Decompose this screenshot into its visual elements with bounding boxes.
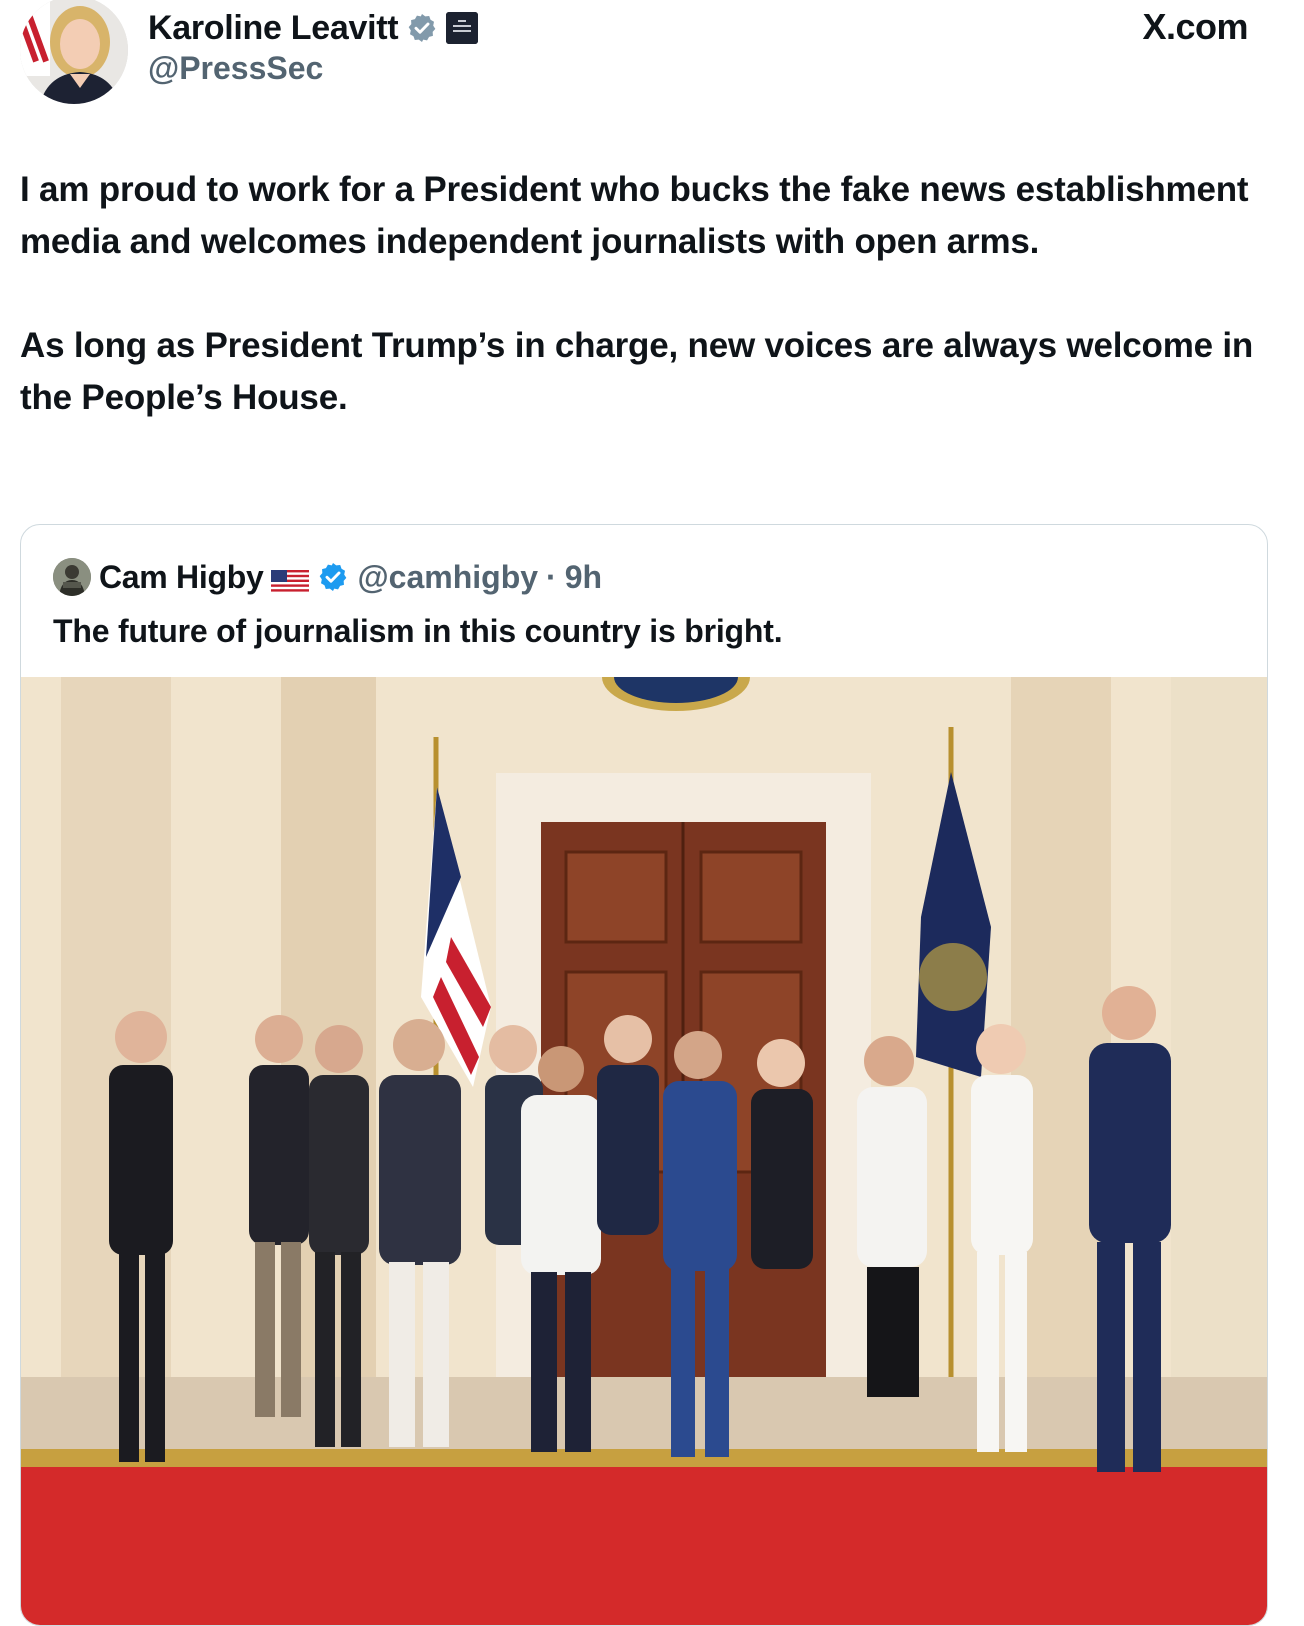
author-name-row: Karoline Leavitt [148, 6, 479, 50]
post-text: I am proud to work for a President who b… [20, 164, 1270, 424]
white-house-badge-icon[interactable] [446, 12, 479, 44]
post-text-paragraph-2: As long as President Trump’s in charge, … [20, 326, 1254, 417]
author-avatar-image [20, 0, 128, 104]
quoted-author-name[interactable]: Cam Higby [99, 559, 264, 596]
group-photo-image [21, 677, 1267, 1625]
quoted-post-text: The future of journalism in this country… [53, 613, 783, 649]
post-text-paragraph-1: I am proud to work for a President who b… [20, 170, 1249, 261]
quoted-author-handle[interactable]: @camhigby [357, 559, 538, 596]
author-name[interactable]: Karoline Leavitt [148, 9, 399, 48]
quoted-post-card[interactable]: Cam Higby @camhigby · 9h The future of j… [20, 524, 1268, 1626]
verified-badge-icon[interactable] [317, 561, 349, 593]
quoted-post-time[interactable]: 9h [565, 559, 602, 596]
verified-badge-icon[interactable] [406, 12, 438, 44]
quoted-author-avatar[interactable] [53, 558, 91, 596]
separator-dot: · [546, 558, 557, 595]
author-handle[interactable]: @PressSec [148, 50, 323, 87]
author-avatar[interactable] [20, 0, 128, 104]
us-flag-icon [271, 565, 310, 594]
quoted-post-photo[interactable] [21, 677, 1267, 1625]
source-label: X.com [1142, 6, 1248, 47]
quoted-post-header: Cam Higby @camhigby · 9h [53, 557, 602, 597]
post-header: Karoline Leavitt @PressSec X.com [20, 0, 1284, 110]
